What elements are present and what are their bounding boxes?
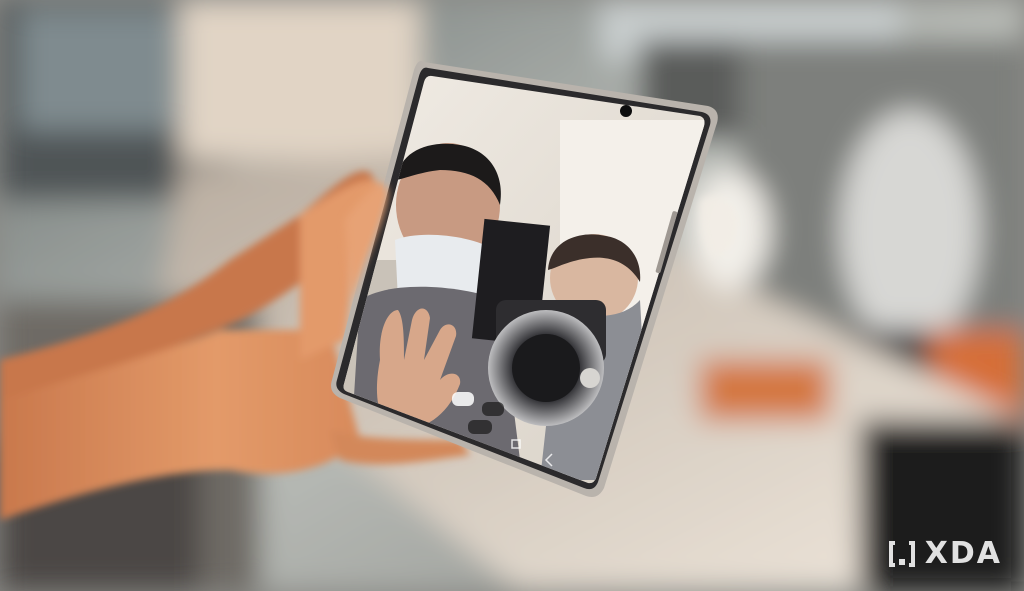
xda-logo-icon: [885, 539, 919, 569]
photo-scene: XDA: [0, 0, 1024, 591]
photo-illustration: [0, 0, 1024, 591]
watermark-brand: XDA: [924, 536, 1002, 571]
xda-watermark: XDA: [885, 536, 1002, 571]
